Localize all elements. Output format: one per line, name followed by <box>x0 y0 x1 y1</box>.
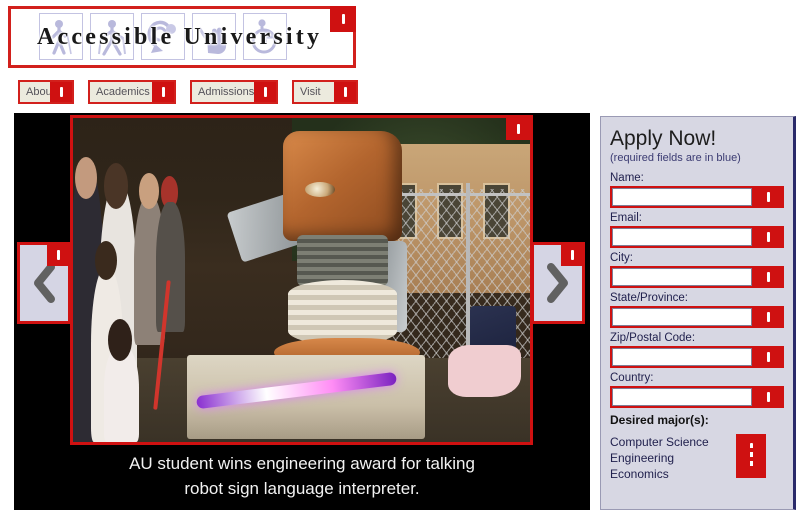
annotation-badge-email <box>756 229 780 245</box>
caption-line-2: robot sign language interpreter. <box>184 479 420 498</box>
chevron-left-icon <box>34 263 55 303</box>
annotation-badge-photo <box>506 118 530 140</box>
photo-scene <box>73 118 530 442</box>
input-name[interactable] <box>612 188 752 206</box>
major-option-computer-science[interactable]: Computer Science <box>610 434 732 450</box>
apply-now-heading: Apply Now! <box>610 127 717 150</box>
label-name: Name: <box>610 172 644 184</box>
site-title: Accessible University <box>37 23 323 50</box>
major-option-economics[interactable]: Economics <box>610 466 732 482</box>
input-country[interactable] <box>612 388 752 406</box>
label-zip: Zip/Postal Code: <box>610 332 696 344</box>
nav-item-academics[interactable]: Academics <box>88 80 176 104</box>
form-field-city: City: <box>610 251 784 288</box>
input-email[interactable] <box>612 228 752 246</box>
nav-item-about[interactable]: About <box>18 80 74 104</box>
annotation-badge-prev <box>47 244 69 266</box>
label-email: Email: <box>610 212 642 224</box>
chevron-right-icon <box>547 263 568 303</box>
label-city: City: <box>610 252 633 264</box>
main-navigation: About Academics Admissions Visit <box>18 80 358 104</box>
form-field-zip: Zip/Postal Code: <box>610 331 784 368</box>
label-country: Country: <box>610 372 654 384</box>
annotation-badge-next <box>561 244 583 266</box>
nav-label-admissions: Admissions <box>198 86 255 98</box>
annotation-badge-nav-about <box>50 82 72 102</box>
input-zip[interactable] <box>612 348 752 366</box>
desired-major-listbox[interactable]: Computer Science Engineering Economics <box>610 434 784 482</box>
form-field-name: Name: <box>610 171 784 208</box>
form-field-state: State/Province: <box>610 291 784 328</box>
nav-item-admissions[interactable]: Admissions <box>190 80 278 104</box>
annotation-badge-logo <box>330 6 356 32</box>
nav-item-visit[interactable]: Visit <box>292 80 358 104</box>
carousel-caption: AU student wins engineering award for ta… <box>14 451 590 501</box>
site-logo[interactable]: Accessible University <box>8 6 356 68</box>
annotation-badge-nav-academics <box>152 82 174 102</box>
nav-label-academics: Academics <box>96 86 150 98</box>
annotation-badge-major <box>736 434 766 478</box>
annotation-badge-state <box>756 309 780 325</box>
annotation-badge-nav-admissions <box>254 82 276 102</box>
desired-major-label: Desired major(s): <box>610 413 709 427</box>
annotation-badge-zip <box>756 349 780 365</box>
carousel-next-button[interactable] <box>531 242 585 324</box>
page-root: Accessible University About Academics Ad… <box>0 0 800 510</box>
form-field-country: Country: <box>610 371 784 408</box>
annotation-badge-nav-visit <box>334 82 356 102</box>
annotation-badge-city <box>756 269 780 285</box>
annotation-badge-country <box>756 389 780 405</box>
carousel-photo[interactable] <box>70 115 533 445</box>
required-fields-note: (required fields are in blue) <box>610 152 741 164</box>
caption-line-1: AU student wins engineering award for ta… <box>129 454 475 473</box>
form-field-email: Email: <box>610 211 784 248</box>
input-state[interactable] <box>612 308 752 326</box>
label-state: State/Province: <box>610 292 688 304</box>
major-option-engineering[interactable]: Engineering <box>610 450 732 466</box>
input-city[interactable] <box>612 268 752 286</box>
annotation-badge-name <box>756 189 780 205</box>
apply-now-panel: Apply Now! (required fields are in blue)… <box>600 116 796 510</box>
nav-label-visit: Visit <box>300 86 321 98</box>
image-carousel: AU student wins engineering award for ta… <box>14 113 590 510</box>
carousel-prev-button[interactable] <box>17 242 71 324</box>
